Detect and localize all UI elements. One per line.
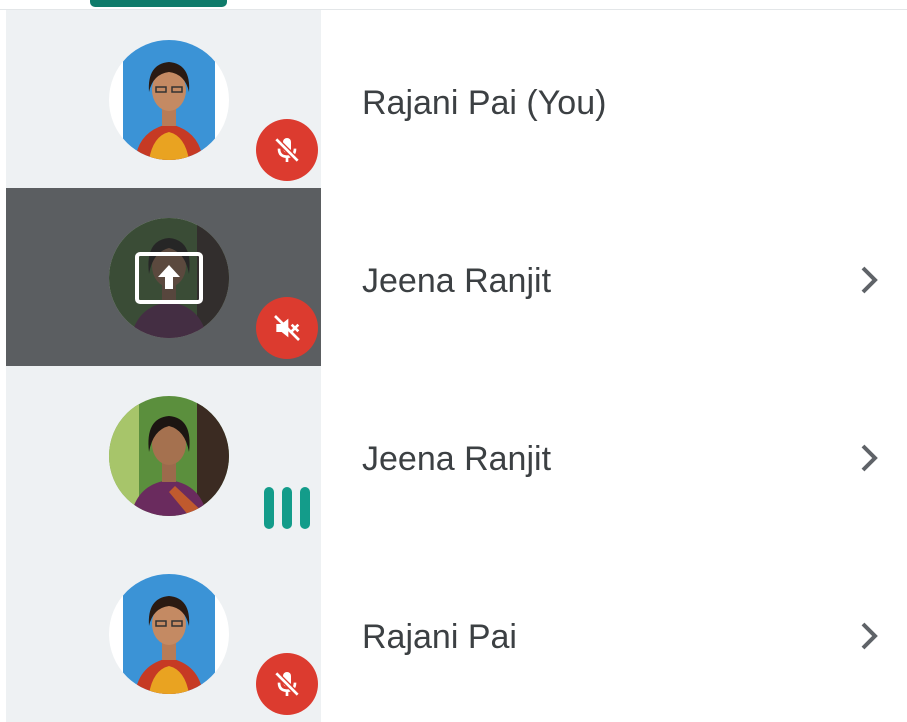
participant-list: Rajani Pai (You) Jeena Ranjit Jeena Ranj… [0, 10, 907, 722]
volume-off-icon [256, 297, 318, 359]
active-tab-indicator [90, 0, 227, 7]
participant-tile [6, 544, 321, 722]
participant-name: Jeena Ranjit [362, 262, 552, 300]
participant-tile [6, 366, 321, 544]
participant-avatar [109, 218, 229, 338]
chevron-right-icon[interactable] [856, 441, 882, 475]
chevron-right-icon[interactable] [856, 263, 882, 297]
participant-tile [6, 10, 321, 188]
participant-name: Rajani Pai (You) [362, 84, 607, 122]
participant-name: Rajani Pai [362, 618, 517, 656]
participant-tile [6, 188, 321, 366]
participant-name: Jeena Ranjit [362, 440, 552, 478]
speaking-bars-icon [264, 487, 310, 529]
present-screen-icon [135, 252, 203, 304]
chevron-right-icon[interactable] [856, 619, 882, 653]
participant-row[interactable]: Rajani Pai [0, 544, 907, 722]
participant-row[interactable]: Rajani Pai (You) [0, 10, 907, 188]
participant-avatar [109, 396, 229, 516]
participant-avatar [109, 40, 229, 160]
mic-off-icon [256, 653, 318, 715]
participant-row[interactable]: Jeena Ranjit [0, 188, 907, 366]
participant-row[interactable]: Jeena Ranjit [0, 366, 907, 544]
mic-off-icon [256, 119, 318, 181]
participant-avatar [109, 574, 229, 694]
